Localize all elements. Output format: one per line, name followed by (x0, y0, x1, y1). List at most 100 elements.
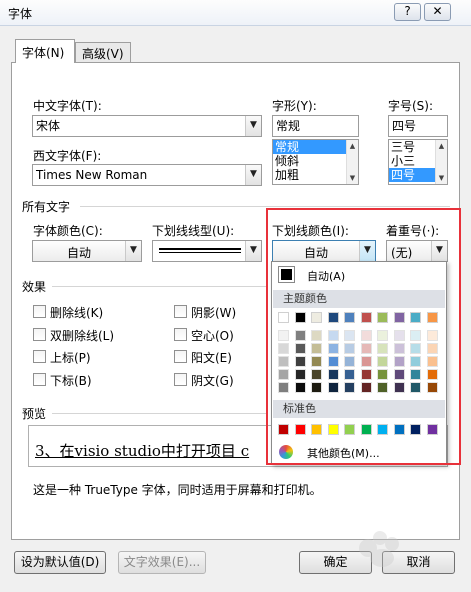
theme-color-swatch[interactable] (294, 312, 306, 323)
theme-shade-swatch[interactable] (294, 382, 306, 393)
theme-shade-swatch[interactable] (344, 343, 355, 354)
theme-color-swatch[interactable] (426, 312, 438, 323)
auto-color-option[interactable]: 自动(A) (275, 265, 443, 285)
standard-color-swatch[interactable] (426, 424, 438, 435)
theme-shade-swatch[interactable] (426, 356, 438, 367)
theme-shade-swatch[interactable] (377, 343, 388, 354)
theme-color-swatch[interactable] (327, 312, 339, 323)
outline-checkbox[interactable] (174, 328, 187, 341)
subscript-checkbox[interactable] (33, 373, 46, 386)
theme-shade-swatch[interactable] (278, 356, 289, 367)
standard-color-swatch[interactable] (344, 424, 355, 435)
theme-shade-swatch[interactable] (393, 330, 405, 341)
standard-color-swatch[interactable] (294, 424, 306, 435)
theme-shade-swatch[interactable] (360, 369, 372, 380)
style-listbox[interactable]: 常规 倾斜 加粗 ▲ ▼ (272, 139, 359, 185)
theme-color-swatch[interactable] (410, 312, 421, 323)
theme-color-swatch[interactable] (278, 312, 289, 323)
size-input[interactable]: 四号 (388, 115, 448, 137)
chevron-down-icon[interactable]: ▼ (359, 241, 375, 261)
theme-shade-swatch[interactable] (410, 330, 421, 341)
theme-color-swatch[interactable] (393, 312, 405, 323)
theme-shade-swatch[interactable] (360, 356, 372, 367)
emboss-checkbox[interactable] (174, 350, 187, 363)
font-color-dropdown[interactable]: 自动 ▼ (32, 240, 142, 262)
theme-shade-swatch[interactable] (294, 369, 306, 380)
theme-shade-swatch[interactable] (311, 369, 322, 380)
theme-shade-swatch[interactable] (327, 356, 339, 367)
superscript-checkbox[interactable] (33, 350, 46, 363)
standard-color-swatch[interactable] (278, 424, 289, 435)
cn-font-combo[interactable]: 宋体 ▼ (32, 115, 262, 137)
scrollbar[interactable]: ▲ ▼ (435, 140, 447, 184)
scroll-up-icon[interactable]: ▲ (347, 140, 358, 152)
chevron-down-icon[interactable]: ▼ (245, 116, 261, 136)
chevron-down-icon[interactable]: ▼ (245, 165, 261, 185)
tab-advanced[interactable]: 高级(V) (75, 42, 131, 62)
underline-color-dropdown[interactable]: 自动 ▼ (272, 240, 376, 262)
theme-shade-swatch[interactable] (344, 369, 355, 380)
standard-color-swatch[interactable] (311, 424, 322, 435)
style-input[interactable]: 常规 (272, 115, 359, 137)
theme-shade-swatch[interactable] (327, 382, 339, 393)
engrave-checkbox[interactable] (174, 373, 187, 386)
strikethrough-checkbox[interactable] (33, 305, 46, 318)
size-listbox[interactable]: 三号 小三 四号 ▲ ▼ (388, 139, 448, 185)
theme-shade-swatch[interactable] (377, 382, 388, 393)
scroll-down-icon[interactable]: ▼ (347, 172, 358, 184)
theme-shade-swatch[interactable] (327, 343, 339, 354)
theme-shade-swatch[interactable] (311, 330, 322, 341)
text-effects-button[interactable]: 文字效果(E)... (118, 551, 206, 574)
chevron-down-icon[interactable]: ▼ (125, 241, 141, 261)
double-strikethrough-checkbox[interactable] (33, 328, 46, 341)
theme-shade-swatch[interactable] (360, 330, 372, 341)
theme-shade-swatch[interactable] (360, 382, 372, 393)
theme-shade-swatch[interactable] (410, 382, 421, 393)
theme-shade-swatch[interactable] (278, 382, 289, 393)
scrollbar[interactable]: ▲ ▼ (346, 140, 358, 184)
theme-color-swatch[interactable] (344, 312, 355, 323)
scroll-down-icon[interactable]: ▼ (436, 172, 447, 184)
set-default-button[interactable]: 设为默认值(D) (14, 551, 106, 574)
theme-shade-swatch[interactable] (410, 356, 421, 367)
standard-color-swatch[interactable] (393, 424, 405, 435)
theme-shade-swatch[interactable] (377, 356, 388, 367)
shadow-checkbox[interactable] (174, 305, 187, 318)
chevron-down-icon[interactable]: ▼ (245, 241, 261, 261)
theme-shade-swatch[interactable] (278, 330, 289, 341)
theme-shade-swatch[interactable] (344, 382, 355, 393)
theme-shade-swatch[interactable] (311, 343, 322, 354)
theme-shade-swatch[interactable] (377, 369, 388, 380)
standard-color-swatch[interactable] (360, 424, 372, 435)
scroll-up-icon[interactable]: ▲ (436, 140, 447, 152)
theme-shade-swatch[interactable] (393, 343, 405, 354)
theme-shade-swatch[interactable] (344, 356, 355, 367)
theme-shade-swatch[interactable] (311, 356, 322, 367)
theme-shade-swatch[interactable] (393, 369, 405, 380)
theme-color-swatch[interactable] (360, 312, 372, 323)
theme-shade-swatch[interactable] (426, 343, 438, 354)
theme-shade-swatch[interactable] (311, 382, 322, 393)
cancel-button[interactable]: 取消 (382, 551, 455, 574)
theme-shade-swatch[interactable] (410, 369, 421, 380)
theme-shade-swatch[interactable] (327, 369, 339, 380)
theme-shade-swatch[interactable] (278, 369, 289, 380)
standard-color-swatch[interactable] (410, 424, 421, 435)
theme-shade-swatch[interactable] (294, 356, 306, 367)
underline-style-dropdown[interactable]: ▼ (152, 240, 262, 262)
theme-shade-swatch[interactable] (360, 343, 372, 354)
emphasis-dropdown[interactable]: (无) ▼ (386, 240, 448, 262)
theme-shade-swatch[interactable] (410, 343, 421, 354)
chevron-down-icon[interactable]: ▼ (431, 241, 447, 261)
tab-font[interactable]: 字体(N) (15, 39, 75, 63)
theme-shade-swatch[interactable] (393, 382, 405, 393)
theme-shade-swatch[interactable] (327, 330, 339, 341)
theme-shade-swatch[interactable] (294, 330, 306, 341)
ok-button[interactable]: 确定 (299, 551, 372, 574)
west-font-combo[interactable]: Times New Roman ▼ (32, 164, 262, 186)
theme-shade-swatch[interactable] (294, 343, 306, 354)
theme-shade-swatch[interactable] (393, 356, 405, 367)
theme-shade-swatch[interactable] (377, 330, 388, 341)
help-button[interactable]: ? (394, 3, 421, 21)
more-colors-option[interactable]: 其他颜色(M)... (275, 442, 443, 462)
